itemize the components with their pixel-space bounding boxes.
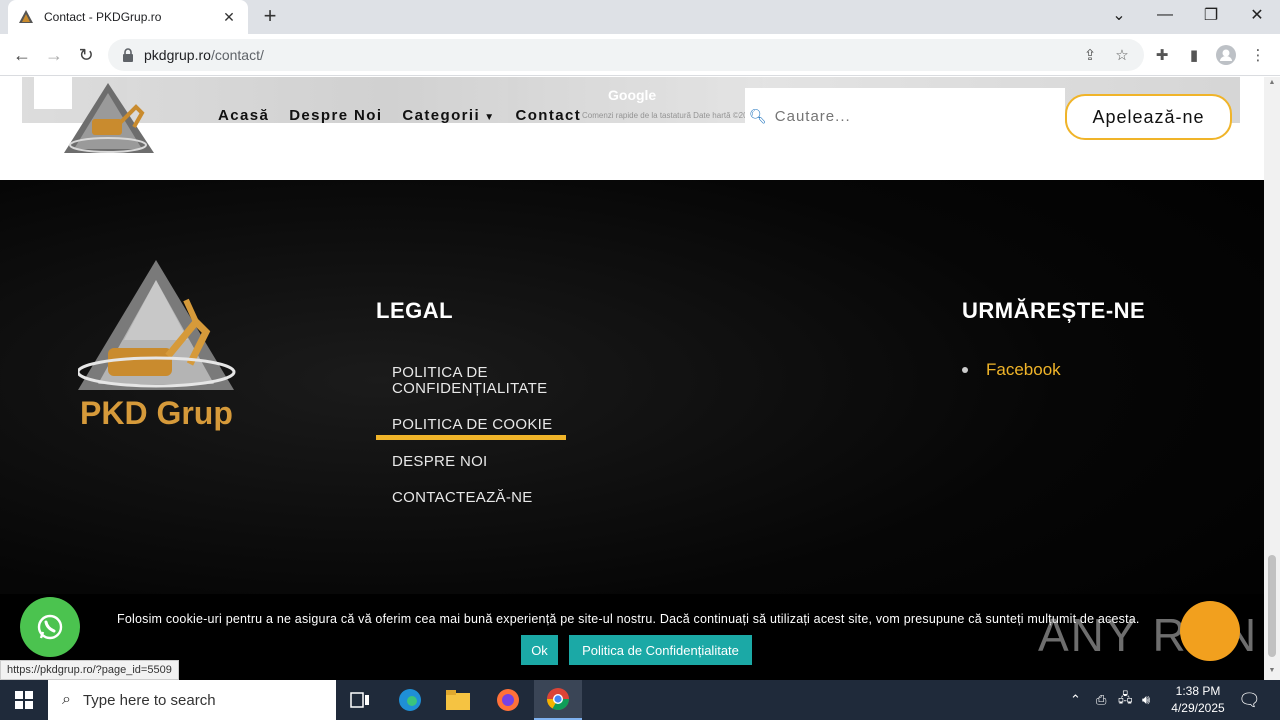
chevron-down-icon: ▼ [480, 112, 496, 123]
status-bar-url: https://pkdgrup.ro/?page_id=5509 [0, 660, 179, 680]
browser-tab[interactable]: Contact - PKDGrup.ro ✕ [8, 0, 248, 34]
tab-search-icon[interactable]: ⌄ [1096, 0, 1142, 30]
minimize-button[interactable]: — [1142, 0, 1188, 30]
footer-logo-text: PKD Grup [80, 395, 233, 431]
windows-logo-icon [15, 691, 33, 709]
scrollbar-thumb[interactable] [1268, 555, 1276, 657]
forward-button[interactable]: → [40, 41, 68, 69]
nav-home[interactable]: Acasă [218, 107, 269, 124]
link-cookie-policy[interactable]: POLITICA DE COOKIE [376, 417, 566, 440]
whatsapp-button[interactable] [20, 597, 80, 657]
page-scrollbar[interactable]: ▲ ▼ [1264, 77, 1280, 680]
file-explorer-icon[interactable] [434, 680, 482, 720]
share-icon[interactable]: ⇪ [1076, 39, 1104, 71]
cookie-ok-button[interactable]: Ok [521, 635, 558, 665]
search-icon: ⌕ [62, 691, 71, 708]
extensions-icon[interactable]: ✚ [1148, 41, 1176, 69]
notification-icon[interactable]: 🗨︎ [1238, 680, 1261, 720]
bookmark-star-icon[interactable]: ☆ [1108, 39, 1136, 71]
side-panel-icon[interactable]: ▮ [1180, 41, 1208, 69]
whatsapp-icon [37, 614, 63, 640]
nav-categories[interactable]: Categorii ▼ [402, 107, 495, 124]
footer-logo[interactable]: PKD Grup [78, 260, 238, 440]
start-button[interactable] [0, 680, 48, 720]
taskbar-clock[interactable]: 1:38 PM 4/29/2025 [1160, 683, 1236, 717]
address-bar[interactable]: pkdgrup.ro/contact/ ⇪ ☆ [108, 39, 1144, 71]
nav-contact[interactable]: Contact [516, 107, 582, 124]
link-contact-us[interactable]: CONTACTEAZĂ-NE [376, 490, 566, 506]
nav-categories-label: Categorii [402, 107, 481, 124]
social-links: Facebook [962, 360, 1061, 380]
nav-about[interactable]: Despre Noi [289, 107, 382, 124]
clock-date: 4/29/2025 [1171, 701, 1225, 715]
link-about-us[interactable]: DESPRE NOI [376, 454, 566, 470]
scroll-down-icon[interactable]: ▼ [1268, 667, 1276, 674]
link-privacy-policy[interactable]: POLITICA DE CONFIDENȚIALITATE [376, 365, 566, 397]
task-view-icon[interactable] [336, 680, 384, 720]
taskbar-search[interactable]: ⌕ Type here to search [48, 680, 336, 720]
search-icon[interactable]: 🔍︎ [749, 108, 767, 125]
volume-icon[interactable]: 🔊︎ [1142, 680, 1150, 720]
search-input[interactable] [774, 107, 1055, 125]
site-logo[interactable] [62, 79, 158, 157]
chrome-icon[interactable] [534, 680, 582, 720]
edge-icon[interactable] [386, 680, 434, 720]
close-window-button[interactable]: ✕ [1234, 0, 1280, 30]
lock-icon [123, 48, 133, 62]
menu-kebab-icon[interactable]: ⋮ [1244, 41, 1272, 69]
call-us-button[interactable]: Apelează-ne [1065, 94, 1232, 140]
search-box: 🔍︎ [745, 88, 1065, 144]
legal-heading: LEGAL [376, 298, 454, 323]
list-item: Facebook [962, 360, 1061, 380]
address-url: pkdgrup.ro/contact/ [144, 47, 264, 63]
network-icon[interactable]: 🖧︎ [1118, 680, 1133, 720]
site-favicon-icon [19, 10, 33, 23]
cookie-message: Folosim cookie-uri pentru a ne asigura c… [117, 612, 1140, 626]
follow-us-heading: URMĂREȘTE-NE [962, 298, 1146, 323]
new-tab-button[interactable]: + [258, 4, 282, 28]
bullet-icon [962, 367, 968, 373]
site-header: Acasă Despre Noi Categorii ▼ Contact 🔍︎ … [0, 77, 1264, 180]
clock-time: 1:38 PM [1175, 684, 1221, 698]
firefox-icon[interactable] [484, 680, 532, 720]
tray-overflow-icon[interactable]: ⌃ [1070, 680, 1081, 720]
scroll-up-icon[interactable]: ▲ [1268, 79, 1276, 86]
usb-icon[interactable]: ⎙ [1096, 680, 1106, 720]
browser-tab-strip: Contact - PKDGrup.ro ✕ + ⌄ — ❐ ✕ [0, 0, 1280, 34]
chat-widget-button[interactable] [1180, 601, 1240, 661]
reload-button[interactable]: ↻ [72, 41, 100, 69]
windows-taskbar: ⌕ Type here to search ⌃ ⎙ 🖧︎ 🔊︎ 1:38 PM … [0, 680, 1280, 720]
browser-toolbar: ← → ↻ pkdgrup.ro/contact/ ⇪ ☆ ✚ ▮ ⋮ [0, 34, 1280, 76]
tab-close-icon[interactable]: ✕ [220, 9, 238, 26]
tab-title: Contact - PKDGrup.ro [44, 10, 162, 24]
restore-button[interactable]: ❐ [1188, 0, 1234, 30]
taskbar-search-placeholder: Type here to search [82, 691, 216, 709]
profile-avatar-icon[interactable] [1212, 41, 1240, 69]
page-viewport: Google Comenzi rapide de la tastatură Da… [0, 77, 1264, 680]
facebook-link[interactable]: Facebook [986, 360, 1061, 380]
main-nav: Acasă Despre Noi Categorii ▼ Contact [218, 107, 601, 124]
back-button[interactable]: ← [8, 41, 36, 69]
legal-links: POLITICA DE CONFIDENȚIALITATE POLITICA D… [376, 365, 566, 526]
privacy-policy-button[interactable]: Politica de Confidențialitate [569, 635, 752, 665]
